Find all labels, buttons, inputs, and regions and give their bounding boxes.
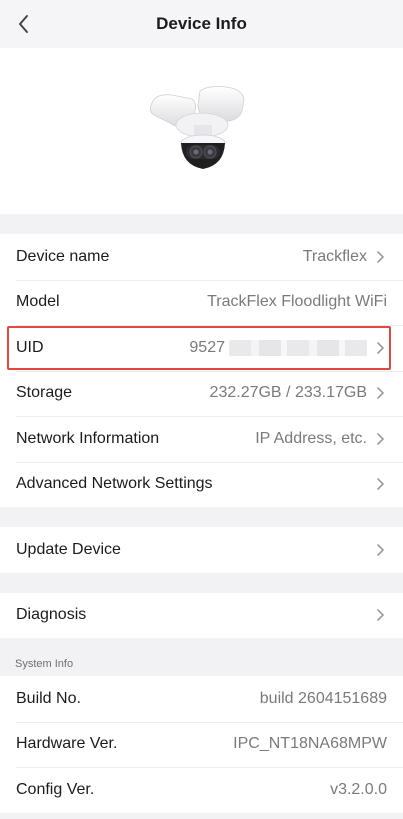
config-version-label: Config Ver.: [16, 780, 95, 798]
build-number-row: Build No. build 2604151689: [0, 676, 403, 722]
chevron-right-icon: [377, 341, 384, 354]
model-value: TrackFlex Floodlight WiFi: [207, 293, 387, 311]
device-name-value: Trackflex: [302, 247, 367, 265]
model-label: Model: [16, 293, 60, 311]
chevron-left-icon: [19, 15, 28, 33]
config-version-row: Config Ver. v3.2.0.0: [0, 767, 403, 813]
chevron-right-icon: [377, 432, 384, 445]
diagnosis-label: Diagnosis: [16, 606, 87, 624]
diagnosis-row[interactable]: Diagnosis: [0, 593, 403, 639]
device-name-label: Device name: [16, 247, 110, 265]
navigation-bar: Device Info: [0, 0, 403, 48]
update-section: Update Device: [0, 527, 403, 573]
device-section: Device name Trackflex Model TrackFlex Fl…: [0, 234, 403, 507]
back-button[interactable]: [8, 8, 40, 40]
floodlight-camera-image: [149, 86, 244, 169]
storage-row[interactable]: Storage 232.27GB / 233.17GB: [0, 370, 403, 417]
chevron-right-icon: [377, 543, 384, 556]
network-information-value: IP Address, etc.: [255, 429, 367, 447]
build-number-value: build 2604151689: [259, 689, 387, 707]
chevron-right-icon: [377, 387, 384, 400]
network-information-row[interactable]: Network Information IP Address, etc.: [0, 416, 403, 462]
chevron-right-icon: [377, 609, 384, 622]
config-version-value: v3.2.0.0: [330, 780, 387, 798]
storage-label: Storage: [16, 384, 73, 402]
uid-value: 9527: [189, 338, 225, 356]
update-device-row[interactable]: Update Device: [0, 527, 403, 573]
update-device-label: Update Device: [16, 540, 121, 558]
hardware-version-value: IPC_NT18NA68MPW: [233, 735, 387, 753]
advanced-network-settings-row[interactable]: Advanced Network Settings: [0, 461, 403, 508]
model-row: Model TrackFlex Floodlight WiFi: [0, 279, 403, 326]
hardware-version-label: Hardware Ver.: [16, 735, 118, 753]
hardware-version-row: Hardware Ver. IPC_NT18NA68MPW: [0, 721, 403, 768]
device-name-row[interactable]: Device name Trackflex: [0, 234, 403, 280]
chevron-right-icon: [377, 478, 384, 491]
system-info-heading: System Info: [15, 658, 74, 670]
device-image-area: [0, 48, 403, 214]
uid-redacted-block: [229, 339, 367, 356]
chevron-right-icon: [377, 250, 384, 263]
system-info-section: Build No. build 2604151689 Hardware Ver.…: [0, 676, 403, 813]
uid-label: UID: [16, 338, 44, 356]
uid-row[interactable]: UID 9527: [0, 325, 403, 371]
network-information-label: Network Information: [16, 429, 160, 447]
build-number-label: Build No.: [16, 689, 81, 707]
page-title: Device Info: [156, 14, 247, 33]
storage-value: 232.27GB / 233.17GB: [209, 384, 367, 402]
diagnosis-section: Diagnosis: [0, 592, 403, 639]
advanced-network-settings-label: Advanced Network Settings: [16, 475, 213, 493]
